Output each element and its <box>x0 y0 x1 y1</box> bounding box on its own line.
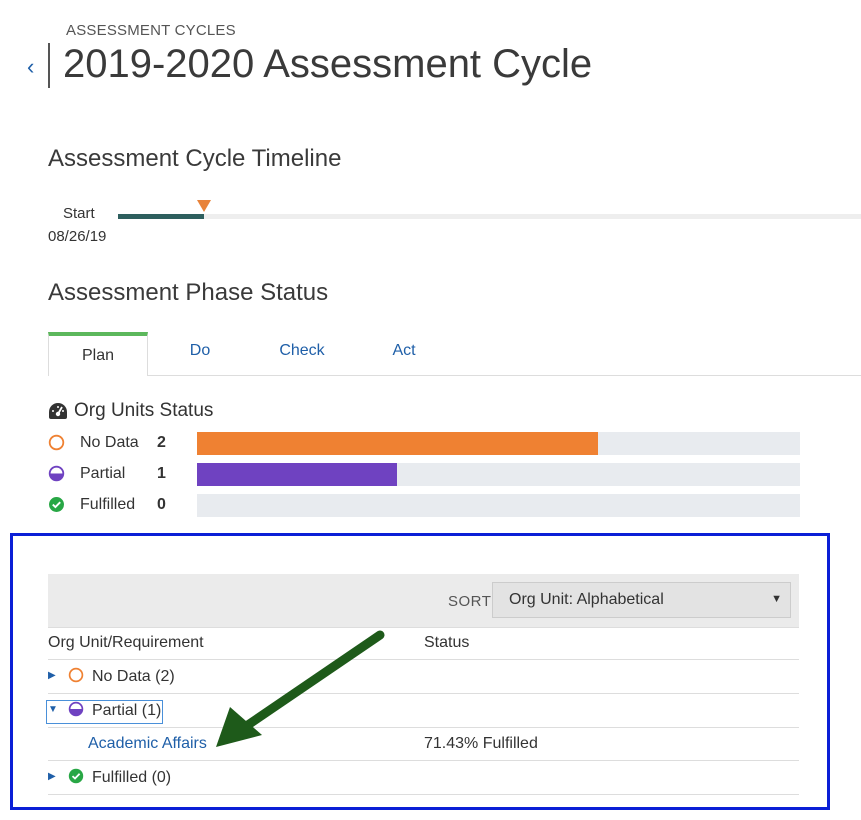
status-row-partial: Partial 1 <box>48 463 808 487</box>
group-row-no-data[interactable]: ▶ No Data (2) <box>48 660 799 693</box>
caret-right-icon[interactable]: ▶ <box>48 670 56 681</box>
status-row-no-data: No Data 2 <box>48 432 808 456</box>
chevron-left-icon: ‹ <box>27 54 35 79</box>
table-top-divider <box>48 627 799 628</box>
row-divider <box>48 794 799 795</box>
page-title: 2019-2020 Assessment Cycle <box>63 42 593 86</box>
tab-act[interactable]: Act <box>354 329 454 373</box>
breadcrumb[interactable]: ASSESSMENT CYCLES <box>66 22 236 39</box>
group-row-fulfilled[interactable]: ▶ Fulfilled (0) <box>48 761 799 794</box>
org-unit-link-academic-affairs[interactable]: Academic Affairs <box>88 735 207 753</box>
tab-plan[interactable]: Plan <box>48 332 148 376</box>
timeline-title: Assessment Cycle Timeline <box>48 145 342 172</box>
row-divider <box>48 727 799 728</box>
empty-circle-icon <box>48 434 65 451</box>
group-label: Partial (1) <box>92 702 162 719</box>
empty-circle-icon <box>68 667 84 683</box>
column-header-org-unit: Org Unit/Requirement <box>48 634 204 651</box>
status-bar-track <box>197 432 800 455</box>
status-count: 2 <box>157 434 166 451</box>
back-button[interactable]: ‹ <box>27 56 34 78</box>
group-label: No Data (2) <box>92 668 175 685</box>
title-divider <box>48 43 50 88</box>
group-label: Fulfilled (0) <box>92 769 172 786</box>
timeline-current-marker-icon <box>197 200 212 212</box>
status-bar-track <box>197 463 800 486</box>
org-units-status-heading: Org Units Status <box>48 400 213 422</box>
status-label: Fulfilled <box>80 496 136 513</box>
caret-down-icon[interactable]: ▼ <box>48 704 58 715</box>
org-units-status-title: Org Units Status <box>74 400 214 421</box>
half-circle-icon <box>68 701 84 717</box>
sort-select[interactable]: Org Unit: Alphabetical ▼ <box>492 582 791 618</box>
status-row-fulfilled: Fulfilled 0 <box>48 494 808 518</box>
phase-status-title: Assessment Phase Status <box>48 279 329 306</box>
column-header-status: Status <box>424 634 470 651</box>
group-row-partial[interactable]: ▼ Partial (1) <box>48 694 799 727</box>
status-bar-fill <box>197 463 398 486</box>
tab-check[interactable]: Check <box>252 329 352 373</box>
sort-select-value: Org Unit: Alphabetical <box>509 591 664 608</box>
annotation-arrow-icon <box>216 630 385 747</box>
sort-label: SORT <box>448 593 492 610</box>
status-count: 0 <box>157 496 166 513</box>
timeline-track <box>118 214 861 219</box>
dashboard-gauge-icon <box>49 403 67 419</box>
timeline-start-date: 08/26/19 <box>48 228 107 245</box>
status-label: Partial <box>80 465 126 482</box>
half-circle-icon <box>48 465 65 482</box>
tabs-divider <box>48 375 861 376</box>
status-label: No Data <box>80 434 139 451</box>
check-circle-icon <box>49 497 64 512</box>
status-bar-fill <box>197 432 598 455</box>
status-count: 1 <box>157 465 166 482</box>
caret-down-icon: ▼ <box>771 593 782 605</box>
caret-right-icon[interactable]: ▶ <box>48 771 56 782</box>
org-unit-status-value: 71.43% Fulfilled <box>424 735 538 752</box>
status-bar-track <box>197 494 800 517</box>
check-circle-icon <box>68 768 84 784</box>
timeline-start-label: Start <box>63 205 95 222</box>
tab-do[interactable]: Do <box>150 329 250 373</box>
timeline-progress <box>118 214 205 219</box>
